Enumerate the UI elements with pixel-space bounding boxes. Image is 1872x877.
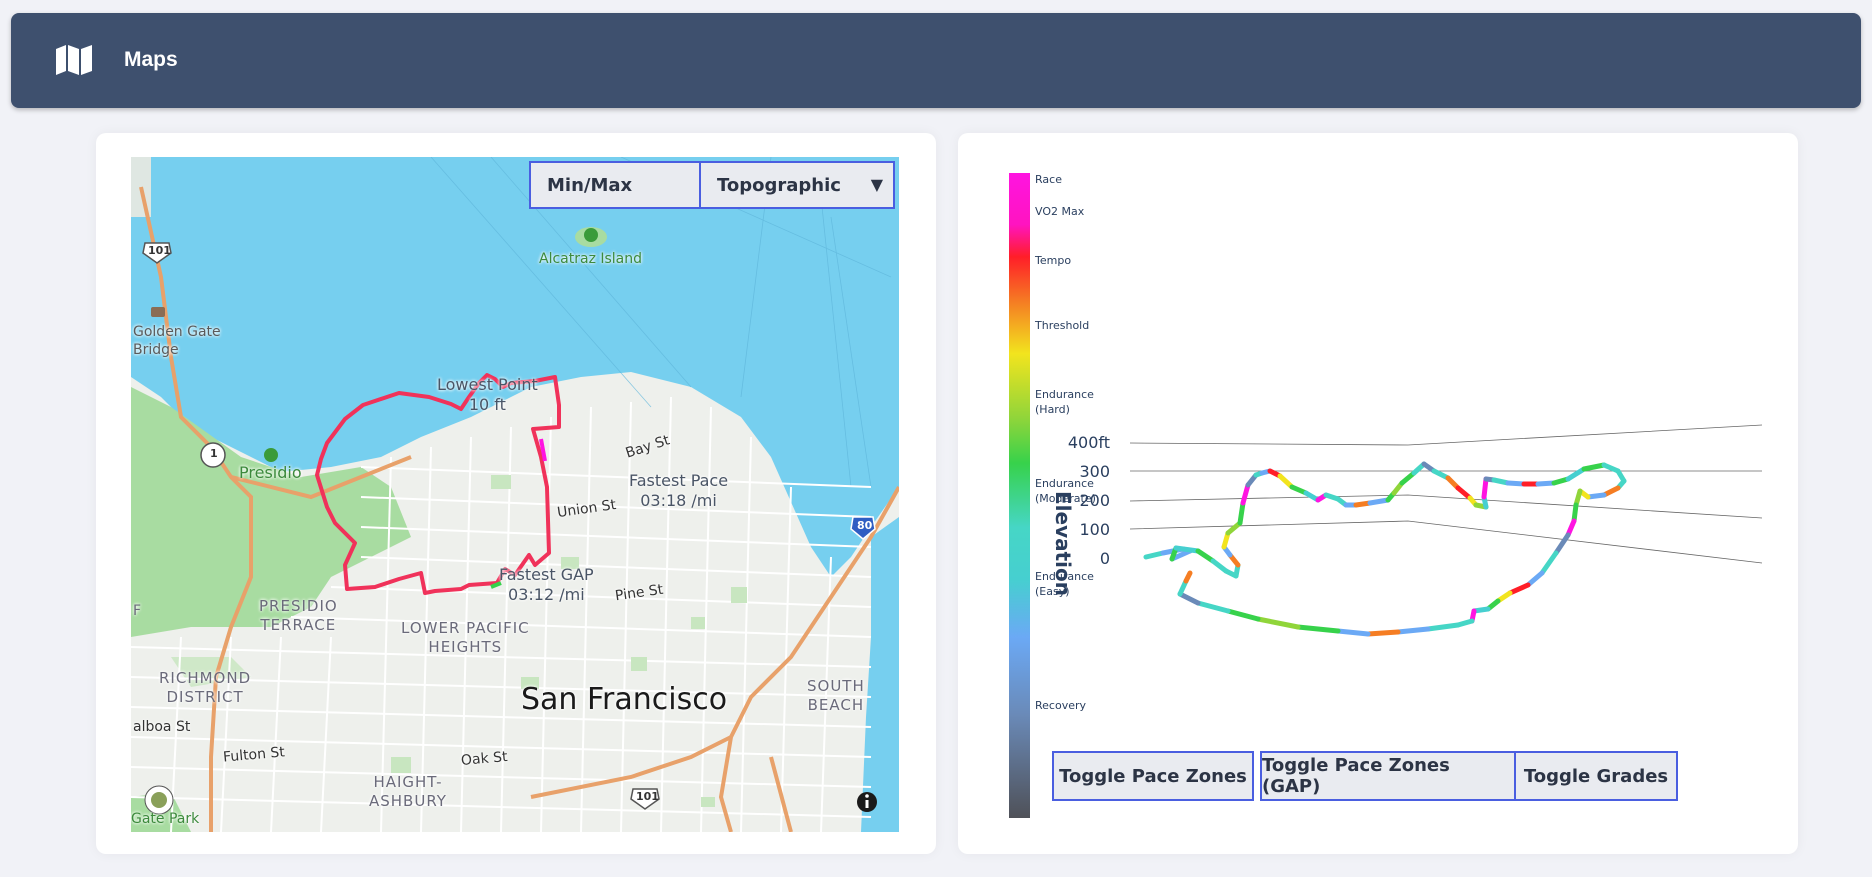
- toggle-pace-zones-button[interactable]: Toggle Pace Zones: [1052, 751, 1254, 801]
- route-segment: [1195, 548, 1216, 564]
- page-title: Maps: [124, 48, 178, 71]
- route-segment: [1367, 497, 1391, 506]
- elevation-chart[interactable]: Race VO2 Max Tempo Threshold Endurance (Hard)…: [958, 133, 1798, 854]
- z-tick-label: 300: [1079, 462, 1110, 481]
- annotation-lowest-point-label: Lowest Point: [437, 375, 538, 394]
- label-lower-pacific-heights: LOWER PACIFIC HEIGHTS: [401, 619, 530, 656]
- route-segment: [1553, 532, 1571, 556]
- label-richmond: RICHMOND DISTRICT: [159, 669, 252, 706]
- route-map[interactable]: Alcatraz Island Golden Gate Bridge Presi…: [131, 157, 899, 832]
- label-alcatraz: Alcatraz Island: [539, 251, 643, 267]
- mode-select[interactable]: Min/Max: [529, 161, 701, 209]
- shield-ca1: 1: [210, 447, 218, 460]
- colorbar-zone-label: Threshold: [1034, 319, 1089, 332]
- map-icon: [56, 45, 92, 75]
- z-tick-label: 0: [1100, 549, 1110, 568]
- colorbar-zone-label: Race: [1035, 173, 1062, 186]
- route-segment: [1255, 616, 1301, 630]
- shield-us101-bottom: 101: [636, 790, 659, 803]
- colorbar-zone-label: Tempo: [1034, 254, 1071, 267]
- annotation-fastest-pace: Fastest Pace 03:18 /mi: [629, 471, 728, 511]
- elevation-chart-panel: Race VO2 Max Tempo Threshold Endurance (Hard)…: [958, 133, 1798, 854]
- label-presidio-terrace: PRESIDIO TERRACE: [259, 597, 338, 634]
- label-gate-park: Gate Park: [131, 811, 200, 827]
- route-segment: [1195, 600, 1231, 614]
- route-segment: [1143, 550, 1166, 560]
- map-panel: Alcatraz Island Golden Gate Bridge Presi…: [96, 133, 936, 854]
- z-tick-label: 100: [1079, 520, 1110, 539]
- route-segment: [1365, 629, 1401, 637]
- route-segment: [1565, 466, 1587, 482]
- annotation-fastest-gap: Fastest GAP 03:12 /mi: [499, 565, 594, 605]
- label-presidio: Presidio: [239, 463, 302, 482]
- chevron-down-icon: ▼: [870, 175, 883, 194]
- annotation-lowest-point: Lowest Point 10 ft: [437, 375, 538, 415]
- colorbar-zone-label: VO2 Max: [1035, 205, 1085, 218]
- colorbar-title: Elevation: [1051, 491, 1075, 596]
- route-segment: [1225, 608, 1261, 622]
- toggle-grades-button[interactable]: Toggle Grades: [1514, 751, 1678, 801]
- colorbar: [1009, 173, 1030, 818]
- route-segment: [1240, 482, 1251, 506]
- annotation-fastest-gap-label: Fastest GAP: [499, 565, 594, 584]
- annotation-fastest-pace-value: 03:18 /mi: [640, 491, 717, 510]
- route-segment: [1395, 626, 1431, 635]
- route-segment: [1173, 545, 1201, 554]
- label-balboa: alboa St: [133, 719, 191, 735]
- route-segment: [1525, 570, 1545, 588]
- colorbar-zone-label: Endurance (Hard): [1035, 388, 1094, 416]
- shield-i80: 80: [857, 519, 873, 532]
- annotation-lowest-point-value: 10 ft: [468, 395, 506, 414]
- app-header: Maps: [11, 13, 1861, 108]
- route-segment: [1581, 462, 1607, 472]
- route-segment: [1177, 591, 1201, 606]
- route-segment: [1237, 500, 1246, 526]
- route-segment: [1507, 582, 1531, 596]
- route-segment: [1295, 624, 1341, 634]
- map-canvas: [131, 157, 899, 832]
- label-f-fragment: F: [133, 603, 142, 619]
- annotation-fastest-gap-value: 03:12 /mi: [508, 585, 585, 604]
- map-style-select[interactable]: Topographic ▼: [699, 161, 895, 209]
- shield-us101-top: 101: [148, 244, 171, 257]
- route-segment: [1183, 570, 1193, 584]
- route-segment: [1539, 550, 1559, 576]
- label-san-francisco: San Francisco: [521, 682, 728, 717]
- z-tick-label: 400ft: [1068, 433, 1110, 452]
- colorbar-zone-label: Recovery: [1035, 699, 1086, 712]
- mode-select-value: Min/Max: [547, 174, 633, 196]
- toggle-pace-zones-gap-button[interactable]: Toggle Pace Zones (GAP): [1260, 751, 1516, 801]
- label-south-beach: SOUTH BEACH: [807, 677, 865, 714]
- route-segment: [1425, 622, 1461, 632]
- label-haight: HAIGHT- ASHBURY: [369, 773, 447, 810]
- label-golden-gate: Golden Gate Bridge: [133, 324, 221, 358]
- z-tick-label: 200: [1079, 491, 1110, 510]
- map-style-select-value: Topographic: [717, 174, 841, 196]
- route-segment: [1335, 628, 1371, 637]
- annotation-fastest-pace-label: Fastest Pace: [629, 471, 729, 490]
- route-segment: [1481, 476, 1489, 500]
